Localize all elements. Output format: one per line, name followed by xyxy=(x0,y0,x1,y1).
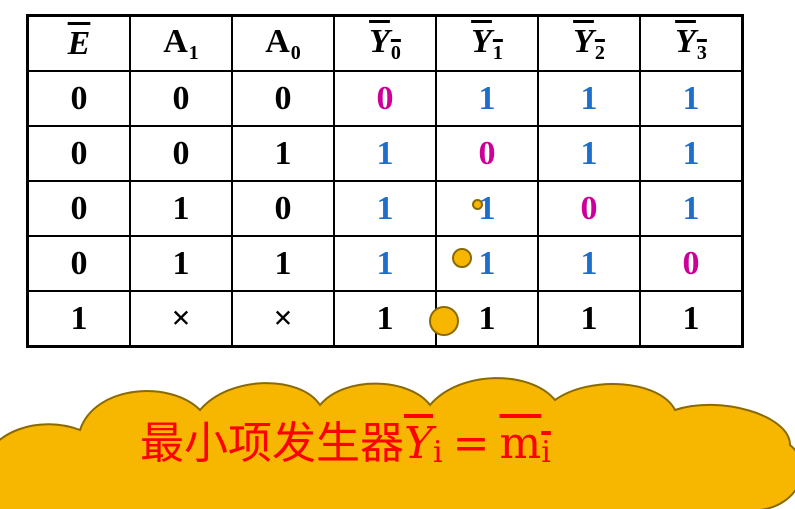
table-row: 0101101 xyxy=(26,180,744,237)
table-cell: 0 xyxy=(26,70,131,127)
caption-m-symbol: mi xyxy=(500,418,551,469)
table-cell: 1 xyxy=(435,180,539,237)
table-cell: 1 xyxy=(435,235,539,292)
header-cell: Y1 xyxy=(435,14,539,72)
table-row: 0000111 xyxy=(26,70,744,127)
table-row: 1 × × 1 1 1 1 xyxy=(26,290,744,348)
table-cell: 0 xyxy=(26,235,131,292)
table-cell: 0 xyxy=(639,235,744,292)
table-cell: 1 xyxy=(231,235,335,292)
table-cell: 1 xyxy=(129,180,233,237)
header-sub: 0 xyxy=(290,41,301,64)
table-cell: 1 xyxy=(333,125,437,182)
header-label: Y3 xyxy=(675,22,707,64)
table-cell: × xyxy=(231,290,335,348)
bubble-dot-medium xyxy=(452,248,472,268)
header-main: E xyxy=(67,24,91,62)
table-cell: 0 xyxy=(129,70,233,127)
caption-text: 最小项发生器 xyxy=(140,418,404,469)
header-main: Y xyxy=(675,22,696,60)
header-label: E xyxy=(68,25,91,62)
header-sub: 2 xyxy=(594,41,605,64)
header-cell: E xyxy=(26,14,131,72)
bubble-dot-large xyxy=(429,306,459,336)
caption-y-symbol: Y xyxy=(404,418,434,469)
header-sub: 3 xyxy=(696,41,707,64)
table-cell: 1 xyxy=(639,70,744,127)
table-cell: 1 xyxy=(26,290,131,348)
table-cell: 0 xyxy=(231,70,335,127)
header-main: Y xyxy=(471,22,492,60)
header-sub: 0 xyxy=(390,41,401,64)
header-label: A1 xyxy=(163,22,199,64)
caption-m-sub: i xyxy=(541,435,551,470)
bubble-dot-small xyxy=(472,199,483,210)
table-row: 0111110 xyxy=(26,235,744,292)
header-main: Y xyxy=(369,22,390,60)
header-cell: Y2 xyxy=(537,14,641,72)
header-label: A0 xyxy=(265,22,301,64)
header-sub: 1 xyxy=(188,41,199,64)
table-cell: 1 xyxy=(537,290,641,348)
table-cell: 1 xyxy=(333,235,437,292)
header-cell: A0 xyxy=(231,14,335,72)
header-label: Y2 xyxy=(573,22,605,64)
table-cell: 0 xyxy=(26,180,131,237)
header-row: E A1 A0 Y0 Y1 Y2 Y3 xyxy=(26,14,744,72)
header-cell: A1 xyxy=(129,14,233,72)
header-sub: 1 xyxy=(492,41,503,64)
header-main: A xyxy=(163,22,188,60)
caption-m-letter: m xyxy=(499,418,542,469)
cloud-caption: 最小项发生器Yi = mi xyxy=(140,422,551,468)
header-cell: Y0 xyxy=(333,14,437,72)
table-row: 0011011 xyxy=(26,125,744,182)
table-cell: 1 xyxy=(537,125,641,182)
table-cell: 1 xyxy=(333,290,437,348)
truth-table: E A1 A0 Y0 Y1 Y2 Y3 00001110011011010110101111… xyxy=(26,14,744,348)
caption-equals: = xyxy=(452,418,490,469)
table-cell: × xyxy=(129,290,233,348)
table-cell: 1 xyxy=(639,180,744,237)
header-label: Y0 xyxy=(369,22,401,64)
header-main: Y xyxy=(573,22,594,60)
table-cell: 1 xyxy=(435,70,539,127)
table-body: 0 0 0 0 1 1 1 0 0 1 1 0 1 1 0 1 0 1 1 0 1 0 1 1 1 1 1 0 1 × × 1 1 1 1 xyxy=(26,70,744,348)
table-cell: 1 xyxy=(639,125,744,182)
table-cell: 1 xyxy=(537,235,641,292)
table-cell: 0 xyxy=(26,125,131,182)
table-cell: 1 xyxy=(231,125,335,182)
caption-y-sub: i xyxy=(433,435,443,470)
table-cell: 1 xyxy=(333,180,437,237)
table-cell: 0 xyxy=(537,180,641,237)
table-cell: 0 xyxy=(333,70,437,127)
table-cell: 1 xyxy=(537,70,641,127)
table-cell: 1 xyxy=(639,290,744,348)
table-cell: 1 xyxy=(129,235,233,292)
table-cell: 0 xyxy=(129,125,233,182)
table-cell: 0 xyxy=(231,180,335,237)
header-label: Y1 xyxy=(471,22,503,64)
header-main: A xyxy=(265,22,290,60)
table-cell: 0 xyxy=(435,125,539,182)
header-cell: Y3 xyxy=(639,14,744,72)
